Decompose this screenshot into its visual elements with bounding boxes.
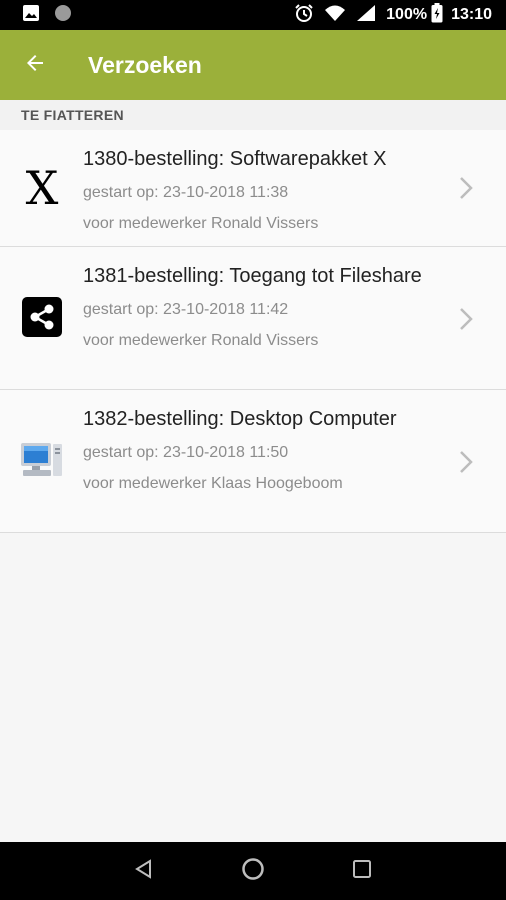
item-text: 1381-bestelling: Toegang tot Fileshare g… [83, 263, 438, 352]
app-bar: Verzoeken [0, 30, 506, 100]
item-title: 1382-bestelling: Desktop Computer [83, 408, 397, 430]
status-left [22, 4, 72, 27]
battery-percentage: 100% [386, 6, 428, 23]
item-employee: voor medewerker Klaas Hoogeboom [83, 475, 343, 492]
x-letter-glyph: X [25, 161, 59, 215]
desktop-computer-icon [20, 438, 64, 482]
share-icon [20, 295, 64, 339]
nav-back-button[interactable] [124, 851, 164, 891]
square-recents-icon [352, 859, 372, 884]
list-item[interactable]: X 1380-bestelling: Softwarepakket X gest… [0, 130, 506, 247]
chevron-right-icon [456, 450, 476, 474]
status-bar: 100% 13:10 [0, 0, 506, 30]
status-time: 13:10 [451, 6, 492, 23]
image-notification-icon [22, 4, 40, 27]
item-started: gestart op: 23-10-2018 11:42 [83, 301, 289, 318]
nav-recents-button[interactable] [342, 851, 382, 891]
item-title: 1381-bestelling: Toegang tot Fileshare [83, 265, 422, 287]
battery-charging-icon [431, 2, 443, 28]
system-nav-bar [0, 842, 506, 900]
page-title: Verzoeken [88, 51, 202, 78]
item-employee: voor medewerker Ronald Vissers [83, 332, 319, 349]
triangle-back-icon [134, 858, 154, 884]
arrow-back-icon [23, 51, 47, 80]
circle-notification-icon [54, 4, 72, 27]
back-button[interactable] [0, 30, 70, 100]
chevron-right-icon [456, 176, 476, 200]
alarm-icon [294, 3, 314, 28]
x-letter-icon: X [20, 161, 64, 215]
item-started: gestart op: 23-10-2018 11:38 [83, 184, 289, 201]
cell-signal-icon [356, 4, 376, 27]
item-employee: voor medewerker Ronald Vissers [83, 215, 319, 232]
chevron-right-icon [456, 307, 476, 331]
request-list: X 1380-bestelling: Softwarepakket X gest… [0, 130, 506, 533]
status-right: 100% 13:10 [284, 2, 492, 28]
list-item[interactable]: 1382-bestelling: Desktop Computer gestar… [0, 390, 506, 533]
item-started: gestart op: 23-10-2018 11:50 [83, 444, 289, 461]
section-header: TE FIATTEREN [0, 100, 506, 130]
item-title: 1380-bestelling: Softwarepakket X [83, 148, 387, 170]
item-text: 1382-bestelling: Desktop Computer gestar… [83, 406, 438, 495]
list-item[interactable]: 1381-bestelling: Toegang tot Fileshare g… [0, 247, 506, 390]
item-text: 1380-bestelling: Softwarepakket X gestar… [83, 146, 438, 235]
nav-home-button[interactable] [233, 851, 273, 891]
circle-home-icon [241, 857, 265, 886]
wifi-icon [324, 4, 346, 27]
